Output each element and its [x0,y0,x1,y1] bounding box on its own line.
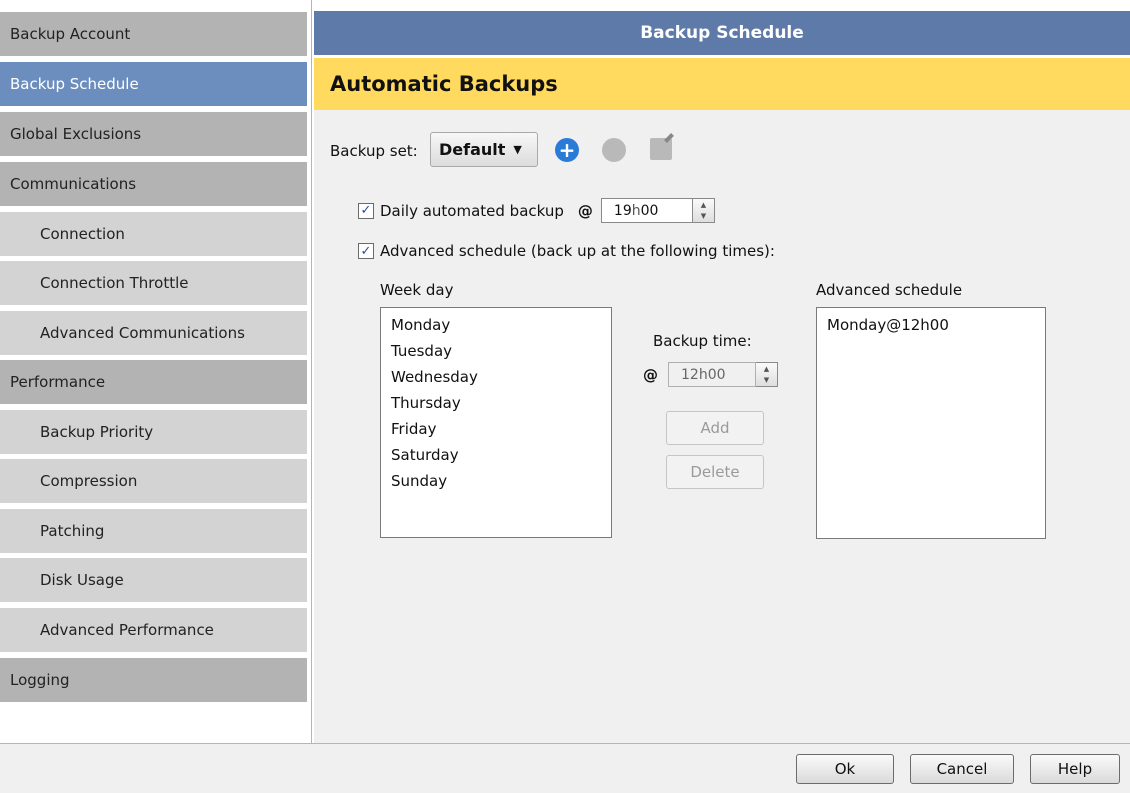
add-button[interactable]: Add [666,411,764,445]
delete-button[interactable]: Delete [666,455,764,489]
sidebar-item-logging[interactable]: Logging [0,658,307,705]
sidebar-item-label: Disk Usage [40,571,124,589]
advanced-schedule-list[interactable]: Monday@12h00 [816,307,1046,539]
stepper-down-icon[interactable]: ▼ [701,212,706,220]
backup-h-separator: h [698,366,708,383]
backup-time-field[interactable]: 12 h 00 [668,362,756,387]
advanced-schedule-header: Advanced schedule [816,281,963,299]
page-title: Backup Schedule [314,11,1130,55]
weekday-header: Week day [380,281,454,299]
header-top-strip [314,0,1130,11]
list-item[interactable]: Sunday [391,468,601,494]
sidebar-item-connection[interactable]: Connection [0,212,307,259]
sidebar-item-backup-priority[interactable]: Backup Priority [0,410,307,457]
sidebar-nav: Backup Account Backup Schedule Global Ex… [0,0,312,743]
sidebar-item-label: Patching [40,522,105,540]
sidebar-item-performance[interactable]: Performance [0,360,307,407]
advanced-schedule-row: ✓ Advanced schedule (back up at the foll… [358,242,775,260]
section-title: Automatic Backups [314,58,1130,110]
sidebar-item-label: Backup Priority [40,423,154,441]
stepper-down-icon[interactable]: ▼ [764,376,769,384]
sidebar-item-communications[interactable]: Communications [0,162,307,209]
sidebar-item-label: Advanced Communications [40,324,245,342]
sidebar-item-label: Backup Account [10,25,131,43]
list-item[interactable]: Monday [391,312,601,338]
sidebar-item-label: Logging [10,671,70,689]
edit-backup-set-icon[interactable] [650,138,672,160]
sidebar-item-label: Performance [10,373,106,391]
sidebar-item-label: Connection Throttle [40,274,189,292]
sidebar-item-disk-usage[interactable]: Disk Usage [0,558,307,605]
daily-backup-checkbox[interactable]: ✓ [358,202,374,219]
weekday-list[interactable]: Monday Tuesday Wednesday Thursday Friday… [380,307,612,538]
add-backup-set-icon[interactable]: + [555,138,579,162]
backup-set-dropdown[interactable]: Default ▼ [430,132,538,167]
backup-set-label: Backup set: [330,142,418,160]
backup-time-stepper[interactable]: ▲ ▼ [756,362,778,387]
sidebar-item-label: Connection [40,225,125,243]
sidebar-item-patching[interactable]: Patching [0,509,307,556]
sidebar-item-label: Compression [40,472,138,490]
daily-minute: 00 [640,202,659,219]
remove-backup-set-icon[interactable] [602,138,626,162]
daily-h-separator: h [631,202,641,219]
sidebar-item-backup-account[interactable]: Backup Account [0,12,307,59]
sidebar-item-advanced-performance[interactable]: Advanced Performance [0,608,307,655]
cancel-button[interactable]: Cancel [910,754,1014,784]
sidebar-item-label: Advanced Performance [40,621,214,639]
list-item[interactable]: Friday [391,416,601,442]
sidebar-item-label: Backup Schedule [10,75,139,93]
dialog-footer: Ok Cancel Help [0,743,1130,793]
backup-time-spinner[interactable]: 12 h 00 ▲ ▼ [668,362,778,387]
daily-time-field[interactable]: 19 h 00 [600,198,693,223]
sidebar-item-label: Communications [10,175,137,193]
daily-backup-label: Daily automated backup [380,201,564,220]
backup-hour: 12 [681,366,699,383]
daily-at-symbol: @ [577,201,593,220]
daily-time-spinner[interactable]: 19 h 00 ▲ ▼ [600,198,715,223]
chevron-down-icon: ▼ [513,143,522,156]
ok-button[interactable]: Ok [796,754,894,784]
list-item[interactable]: Wednesday [391,364,601,390]
backup-time-at-symbol: @ [643,365,658,384]
sidebar-item-global-exclusions[interactable]: Global Exclusions [0,112,307,159]
backup-minute: 00 [707,366,726,383]
daily-hour: 19 [613,202,632,219]
sidebar-item-compression[interactable]: Compression [0,459,307,506]
sidebar-item-backup-schedule[interactable]: Backup Schedule [0,62,307,109]
help-button[interactable]: Help [1030,754,1120,784]
backup-time-label: Backup time: [653,332,752,350]
list-item[interactable]: Tuesday [391,338,601,364]
sidebar-item-advanced-communications[interactable]: Advanced Communications [0,311,307,358]
backup-time-row: @ 12 h 00 ▲ ▼ [643,362,778,387]
stepper-up-icon[interactable]: ▲ [764,365,769,373]
list-item[interactable]: Saturday [391,442,601,468]
sidebar-item-label: Global Exclusions [10,125,142,143]
sidebar-item-connection-throttle[interactable]: Connection Throttle [0,261,307,308]
list-item[interactable]: Thursday [391,390,601,416]
stepper-up-icon[interactable]: ▲ [701,201,706,209]
daily-backup-row: ✓ Daily automated backup @ 19 h 00 ▲ ▼ [358,198,715,223]
daily-time-stepper[interactable]: ▲ ▼ [692,198,715,223]
main-content: Backup set: Default ▼ + ✓ Daily automate… [314,110,1130,743]
advanced-schedule-checkbox[interactable]: ✓ [358,243,374,259]
backup-set-value: Default [439,140,506,159]
list-item[interactable]: Monday@12h00 [827,312,1035,338]
advanced-schedule-label: Advanced schedule (back up at the follow… [380,242,775,260]
